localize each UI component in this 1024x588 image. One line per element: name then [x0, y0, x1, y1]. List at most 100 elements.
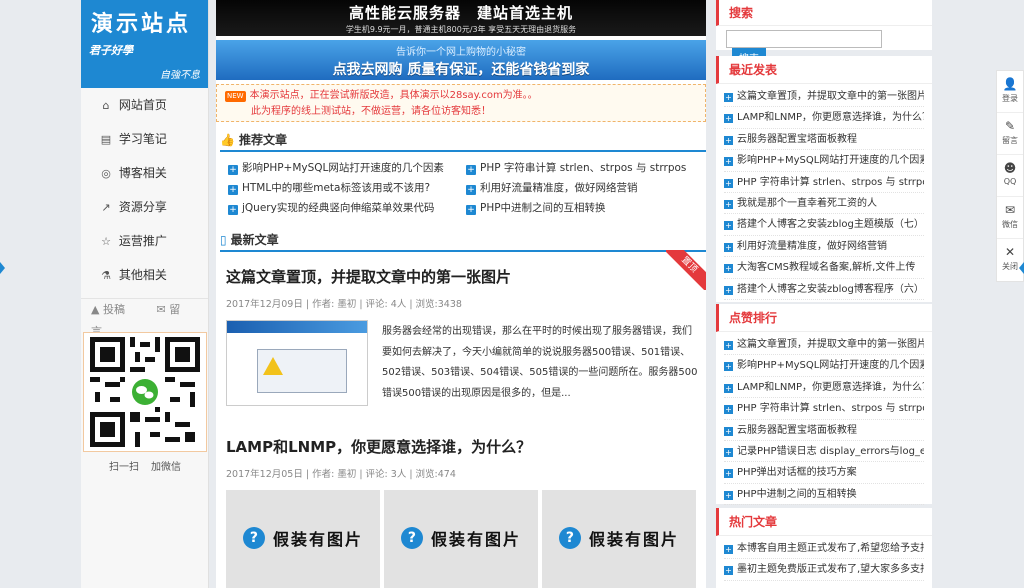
- nav-item-label: 其他相关: [118, 268, 167, 282]
- submit-link[interactable]: ▲ 投稿: [91, 303, 139, 316]
- qr-code-image: [90, 337, 200, 447]
- plus-icon: +: [724, 93, 733, 102]
- recommend-item[interactable]: + 利用好流量精准度，做好网络营销: [466, 178, 700, 198]
- qq-icon: ☻: [1003, 161, 1017, 175]
- plus-icon: +: [724, 157, 733, 167]
- qr-caption: 扫一扫 加微信: [109, 462, 181, 473]
- floating-toolbar: 👤 登录 ✎ 留言 ☻ QQ ✉ 微信 ✕ 关闭: [996, 70, 1024, 282]
- popular-list: + 这篇文章置顶，并提取文章中的第一张图片 + 影响PHP+MySQL网站打开速度的…: [716, 332, 932, 507]
- plus-icon: +: [724, 178, 733, 188]
- placeholder-image[interactable]: ? 假装有图片: [542, 490, 696, 588]
- post-thumbnail[interactable]: [226, 320, 368, 406]
- list-item[interactable]: + LAMP和LNMP，你更愿意选择谁，为什么？: [724, 377, 924, 399]
- list-item[interactable]: + PHP弹出对话框的技巧方案: [724, 462, 924, 484]
- list-item[interactable]: + 影响PHP+MySQL网站打开速度的几个因素: [724, 355, 924, 377]
- plus-icon: +: [724, 362, 733, 372]
- list-item[interactable]: + 影响PHP+MySQL网站打开速度的几个因素: [724, 150, 924, 172]
- list-item[interactable]: + 墨初主题免费版正式发布了,望大家多多支持: [724, 559, 924, 581]
- search-input[interactable]: [726, 30, 882, 48]
- thumbs-up-icon: 👍: [220, 133, 235, 147]
- wechat-button[interactable]: ✉ 微信: [997, 197, 1023, 239]
- plus-icon: +: [466, 205, 476, 215]
- nav-item-label: 网站首页: [118, 98, 167, 112]
- list-item[interactable]: + 我就是那个一直幸着死工资的人: [724, 193, 924, 215]
- site-slogan-1: 君子好學: [89, 44, 133, 57]
- plus-icon: +: [228, 185, 238, 195]
- search-box: 搜索 搜索: [716, 0, 932, 66]
- recommend-item[interactable]: + 影响PHP+MySQL网站打开速度的几个因素: [228, 158, 462, 178]
- list-item[interactable]: + 本博客自用主题正式发布了,希望您给予支持: [724, 538, 924, 560]
- placeholder-image[interactable]: ? 假装有图片: [226, 490, 380, 588]
- recommend-item[interactable]: + jQuery实现的经典竖向伸缩菜单效果代码: [228, 198, 462, 218]
- post-excerpt: 服务器会经常的出现错误，那么在平时的时候出现了服务器错误，我们要如何去解决了，今…: [382, 326, 698, 399]
- nav-item-home[interactable]: ⌂ 网站首页: [81, 88, 208, 122]
- nav-item-label: 博客相关: [118, 166, 167, 180]
- nav-item-resources[interactable]: ↗ 资源分享: [81, 190, 208, 224]
- nav-item-promotion[interactable]: ☆ 运营推广: [81, 224, 208, 258]
- list-item[interactable]: + LAMP和LNMP，你更愿意选择谁，为什么？: [724, 107, 924, 129]
- list-item[interactable]: + 搭建个人博客之安装zblog博客程序（六）: [724, 279, 924, 300]
- list-item[interactable]: + PHP 字符串计算 strlen、strpos 与 strrpos: [724, 172, 924, 193]
- user-icon: 👤: [1002, 77, 1018, 91]
- recommend-item[interactable]: + PHP 字符串计算 strlen、strpos 与 strrpos: [466, 158, 700, 178]
- placeholder-image[interactable]: ? 假装有图片: [384, 490, 538, 588]
- new-badge: NEW: [225, 91, 246, 102]
- login-button[interactable]: 👤 登录: [997, 71, 1023, 113]
- question-icon: ?: [242, 527, 265, 549]
- home-icon: ⌂: [102, 99, 110, 112]
- list-item[interactable]: + 大淘客CMS教程域名备案,解析,文件上传: [724, 257, 924, 279]
- recommend-item[interactable]: + HTML中的哪些meta标签该用或不该用?: [228, 178, 462, 198]
- post-title[interactable]: LAMP和LNMP，你更愿意选择谁，为什么？: [226, 436, 531, 457]
- post-title[interactable]: 这篇文章置顶，并提取文章中的第一张图片: [226, 266, 511, 287]
- list-item[interactable]: + PHP 字符串计算 strlen、strpos 与 strrpos: [724, 398, 924, 420]
- plus-icon: +: [724, 383, 733, 393]
- site-logo[interactable]: 演示站点 君子好學 自強不息: [81, 0, 208, 88]
- post-meta: 2017年12月05日 | 作者: 墨初 | 评论: 3人 | 浏览:474: [226, 469, 456, 480]
- plus-icon: +: [724, 469, 733, 479]
- popular-posts-box: 点赞排行 + 这篇文章置顶，并提取文章中的第一张图片 + 影响PHP+MySQL网站…: [716, 304, 932, 507]
- list-item[interactable]: + 利用好流量精准度，做好网络营销: [724, 236, 924, 258]
- list-item[interactable]: + PHP中进制之间的互相转换: [724, 484, 924, 506]
- carousel-left-arrow-icon[interactable]: [0, 262, 5, 274]
- book-icon: ▤: [100, 133, 112, 146]
- nav-item-label: 资源分享: [118, 200, 167, 214]
- ad-banner-server[interactable]: 高性能云服务器 建站首选主机 学生机9.9元一月，普通主机800元/3年 享受五…: [216, 0, 706, 36]
- hot-list: + 本博客自用主题正式发布了,希望您给予支持 + 墨初主题免费版正式发布了,望大家多…: [716, 536, 932, 583]
- nav-item-other[interactable]: ⚗ 其他相关: [81, 258, 208, 292]
- sub-links: ▲ 投稿 ✉ 留言: [81, 298, 208, 338]
- question-icon: ?: [558, 527, 581, 549]
- flask-icon: ⚗: [101, 269, 111, 282]
- nav-item-notes[interactable]: ▤ 学习笔记: [81, 122, 208, 156]
- nav-item-label: 运营推广: [118, 234, 167, 248]
- nav-item-blog[interactable]: ◎ 博客相关: [81, 156, 208, 190]
- post-meta: 2017年12月09日 | 作者: 墨初 | 评论: 4人 | 浏览:3438: [226, 299, 462, 310]
- plus-icon: +: [724, 405, 733, 415]
- list-item[interactable]: + 这篇文章置顶，并提取文章中的第一张图片: [724, 334, 924, 356]
- nav-item-label: 学习笔记: [118, 132, 167, 146]
- list-item[interactable]: + 这篇文章置顶，并提取文章中的第一张图片: [724, 86, 924, 108]
- qq-button[interactable]: ☻ QQ: [997, 155, 1023, 197]
- list-item[interactable]: + 云服务器配置宝塔面板教程: [724, 129, 924, 151]
- wechat-qr-code: [83, 332, 207, 452]
- recommend-item[interactable]: + PHP中进制之间的互相转换: [466, 198, 700, 218]
- lifebuoy-icon: ◎: [101, 167, 111, 180]
- search-title: 搜索: [716, 0, 932, 26]
- plus-icon: +: [724, 447, 733, 457]
- plus-icon: +: [724, 221, 733, 231]
- star-icon: ☆: [101, 235, 111, 248]
- plus-icon: +: [724, 545, 733, 554]
- list-item[interactable]: + 云服务器配置宝塔面板教程: [724, 420, 924, 441]
- message-button[interactable]: ✎ 留言: [997, 113, 1023, 155]
- close-button[interactable]: ✕ 关闭: [997, 239, 1023, 281]
- list-item[interactable]: + 搭建个人博客之安装zblog主题模版（七）: [724, 214, 924, 236]
- recent-list: + 这篇文章置顶，并提取文章中的第一张图片 + LAMP和LNMP，你更愿意选择谁，…: [716, 84, 932, 302]
- warning-icon: [263, 357, 283, 375]
- list-item[interactable]: +记录PHP错误日志 display_errors与log_errors: [724, 441, 924, 463]
- ad-banner-shopping[interactable]: 告诉你一个网上购物的小秘密 点我去网购 质量有保证，还能省钱省到家: [216, 40, 706, 80]
- site-title: 演示站点: [91, 11, 192, 37]
- plus-icon: +: [724, 135, 733, 145]
- plus-icon: +: [724, 566, 733, 576]
- plus-icon: +: [724, 285, 733, 295]
- close-icon: ✕: [1004, 245, 1016, 259]
- carousel-right-arrow-icon[interactable]: [1019, 262, 1024, 274]
